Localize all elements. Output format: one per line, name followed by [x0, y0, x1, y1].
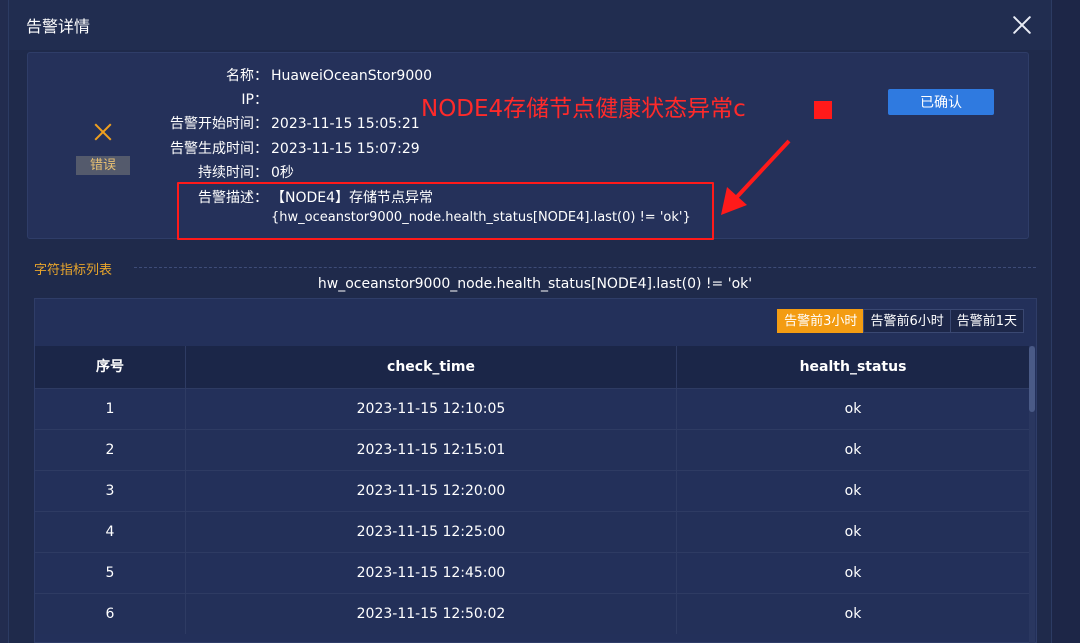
start-time-value: 2023-11-15 15:05:21	[271, 116, 420, 132]
cell-index: 4	[35, 512, 186, 552]
range-tabs: 告警前3小时 告警前6小时 告警前1天	[777, 309, 1024, 333]
tab-before-1d[interactable]: 告警前1天	[949, 309, 1024, 333]
dialog-header: 告警详情	[9, 0, 1051, 50]
table-body: 1 2023-11-15 12:10:05 ok 2 2023-11-15 12…	[35, 388, 1030, 634]
cell-check-time: 2023-11-15 12:25:00	[186, 512, 677, 552]
tab-before-6h[interactable]: 告警前6小时	[863, 309, 951, 333]
cell-index: 2	[35, 430, 186, 470]
table-scrollbar[interactable]	[1029, 346, 1035, 643]
cell-check-time: 2023-11-15 12:45:00	[186, 553, 677, 593]
name-value: HuaweiOceanStor9000	[271, 68, 433, 84]
metric-expression: hw_oceanstor9000_node.health_status[NODE…	[317, 276, 753, 292]
table-row[interactable]: 6 2023-11-15 12:50:02 ok	[35, 593, 1030, 634]
generated-time-label: 告警生成时间：	[170, 141, 268, 157]
column-header-health-status[interactable]: health_status	[677, 346, 1030, 388]
annotation-text: NODE4存储节点健康状态异常c	[421, 96, 746, 122]
column-header-check-time[interactable]: check_time	[186, 346, 677, 388]
cell-health-status: ok	[677, 594, 1030, 634]
dialog-title: 告警详情	[26, 17, 91, 36]
table-row[interactable]: 5 2023-11-15 12:45:00 ok	[35, 552, 1030, 593]
close-icon[interactable]	[1007, 10, 1037, 40]
generated-time-value: 2023-11-15 15:07:29	[271, 141, 420, 157]
cell-health-status: ok	[677, 553, 1030, 593]
start-time-label: 告警开始时间：	[170, 116, 268, 132]
metric-table: 序号 check_time health_status 1 2023-11-15…	[35, 346, 1030, 634]
cell-health-status: ok	[677, 389, 1030, 429]
cell-health-status: ok	[677, 512, 1030, 552]
tab-before-3h[interactable]: 告警前3小时	[777, 309, 865, 333]
cell-check-time: 2023-11-15 12:10:05	[186, 389, 677, 429]
duration-value: 0秒	[271, 165, 294, 181]
scrollbar-thumb[interactable]	[1029, 346, 1035, 412]
duration-label: 持续时间：	[198, 165, 268, 181]
cell-index: 1	[35, 389, 186, 429]
cell-index: 6	[35, 594, 186, 634]
backdrop-right-strip	[1050, 0, 1080, 643]
ip-label: IP：	[241, 92, 268, 108]
annotation-square	[814, 101, 832, 119]
annotation-arrow-icon	[721, 139, 791, 215]
alarm-detail-dialog: 告警详情 错误 名称： HuaweiOceanStor9000 IP： 告警开始…	[8, 0, 1052, 643]
table-row[interactable]: 1 2023-11-15 12:10:05 ok	[35, 388, 1030, 429]
table-row[interactable]: 4 2023-11-15 12:25:00 ok	[35, 511, 1030, 552]
cell-index: 3	[35, 471, 186, 511]
table-row[interactable]: 3 2023-11-15 12:20:00 ok	[35, 470, 1030, 511]
cell-health-status: ok	[677, 430, 1030, 470]
metric-table-panel: 告警前3小时 告警前6小时 告警前1天 序号 check_time health…	[34, 298, 1037, 643]
confirmed-button[interactable]: 已确认	[888, 89, 994, 115]
table-header-row: 序号 check_time health_status	[35, 346, 1030, 388]
annotation-highlight-box	[177, 182, 714, 240]
cell-health-status: ok	[677, 471, 1030, 511]
column-header-index[interactable]: 序号	[35, 346, 186, 388]
cell-check-time: 2023-11-15 12:50:02	[186, 594, 677, 634]
section-divider	[134, 267, 1036, 268]
table-row[interactable]: 2 2023-11-15 12:15:01 ok	[35, 429, 1030, 470]
cell-check-time: 2023-11-15 12:15:01	[186, 430, 677, 470]
cell-check-time: 2023-11-15 12:20:00	[186, 471, 677, 511]
cell-index: 5	[35, 553, 186, 593]
name-label: 名称：	[226, 68, 268, 84]
